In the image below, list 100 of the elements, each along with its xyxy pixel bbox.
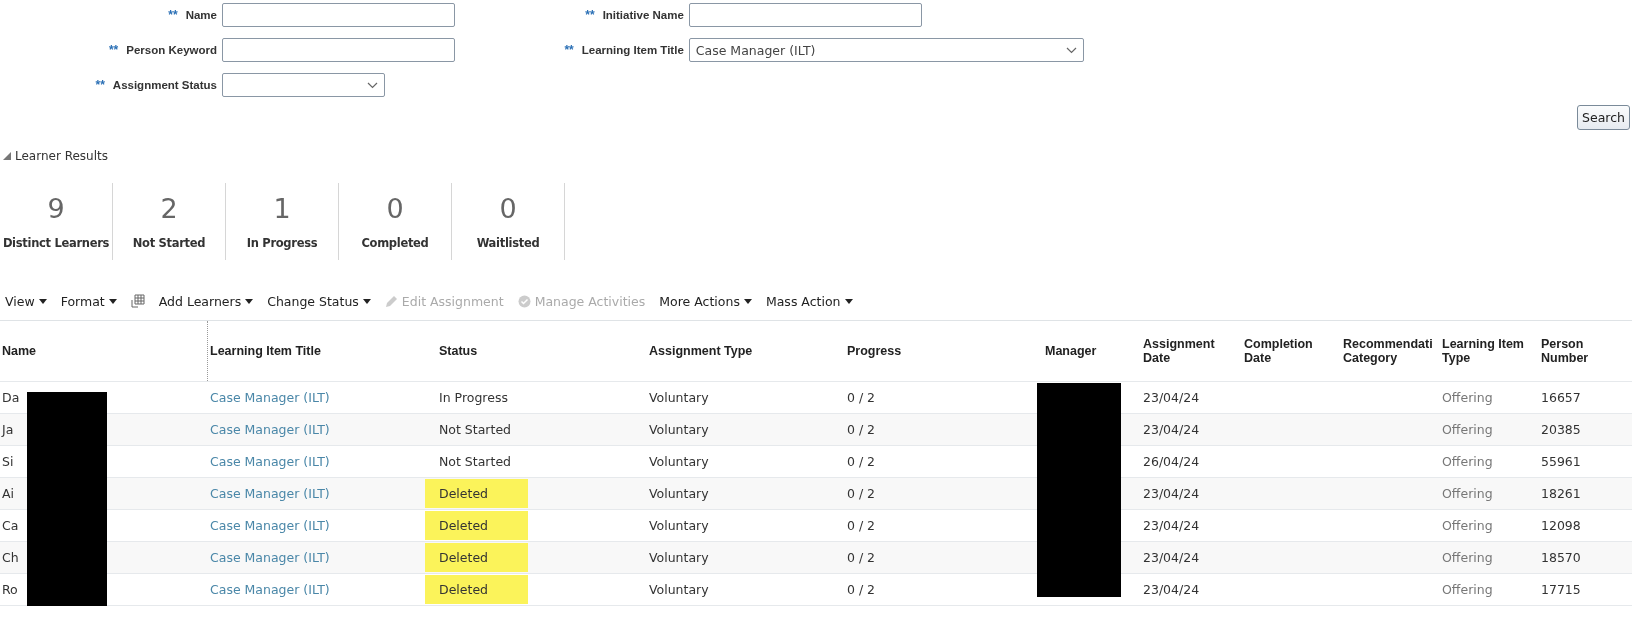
select-field[interactable] [222,73,385,97]
assignment-date: 23/04/24 [1143,550,1200,565]
column-header[interactable]: Learning Item Title [210,344,321,358]
caret-down-icon [743,298,752,304]
assignment-date: 26/04/24 [1143,454,1200,469]
select-field[interactable]: Case Manager (ILT) [688,38,1084,62]
assignment-type: Voluntary [649,518,709,533]
person-number: 55961 [1541,454,1581,469]
tile-label: In Progress [246,236,318,250]
column-header[interactable]: Assignment Date [1143,337,1242,365]
required-marker: ** [585,8,595,22]
tile-label: Waitlisted [476,236,540,250]
tile-count: 0 [499,193,517,224]
status-text: Not Started [439,454,512,469]
summary-tile[interactable]: 9 Distinct Learners [0,183,113,260]
column-header[interactable]: Learning Item Type [1442,337,1539,365]
search-button[interactable]: Search [1577,105,1630,130]
assignment-type: Voluntary [649,390,709,405]
learning-item-link[interactable]: Case Manager (ILT) [210,422,330,437]
field-label: Learning Item Title [581,44,684,56]
learning-item-link[interactable]: Case Manager (ILT) [210,550,330,565]
learning-item-link[interactable]: Case Manager (ILT) [210,390,330,405]
learner-name: Ro [2,582,18,597]
collapse-triangle-icon[interactable] [3,152,11,160]
tile-label: Not Started [132,236,206,250]
tile-count: 1 [273,193,291,224]
column-header[interactable]: Manager [1045,344,1097,358]
caret-down-icon [844,298,853,304]
detach-table-icon[interactable] [130,294,145,308]
column-header[interactable]: Person Number [1541,337,1632,365]
summary-tile[interactable]: 1 In Progress [226,183,339,260]
status-text: Deleted [425,543,528,572]
tile-label: Completed [361,236,429,250]
required-marker: ** [108,43,119,57]
field-label: Assignment Status [112,79,217,91]
caret-down-icon [362,298,371,304]
required-marker: ** [564,43,574,57]
status-text: Not Started [439,422,512,437]
field-label: Initiative Name [602,9,684,21]
assignment-date: 23/04/24 [1143,390,1200,405]
item-type: Offering [1442,454,1493,469]
chevron-down-icon [1065,46,1077,54]
assignment-type: Voluntary [649,582,709,597]
tile-count: 0 [386,193,404,224]
tile-count: 9 [47,193,65,224]
caret-down-icon [245,298,254,304]
menu-button[interactable]: Add Learners [158,293,254,309]
status-text: Deleted [425,479,528,508]
person-number: 17715 [1541,582,1581,597]
column-header[interactable]: Recommendati Category [1343,337,1440,365]
person-number: 18261 [1541,486,1581,501]
required-marker: ** [168,8,178,22]
menu-button[interactable]: Change Status [267,293,371,309]
menu-button[interactable]: More Actions [659,293,752,309]
menu-button[interactable]: Mass Action [765,293,853,309]
assignment-type: Voluntary [649,486,709,501]
progress-text: 0 / 2 [847,582,876,597]
menu-button[interactable]: Format [60,293,117,309]
progress-text: 0 / 2 [847,390,876,405]
learner-name: Ja [2,422,14,437]
section-title: Learner Results [15,149,108,163]
learning-item-link[interactable]: Case Manager (ILT) [210,582,330,597]
status-text: Deleted [425,575,528,604]
learning-item-link[interactable]: Case Manager (ILT) [210,486,330,501]
column-header[interactable]: Status [439,344,478,358]
item-type: Offering [1442,550,1493,565]
status-text: Deleted [425,511,528,540]
input-field[interactable] [222,38,455,62]
column-header[interactable]: Name [2,344,37,358]
assignment-date: 23/04/24 [1143,486,1200,501]
caret-down-icon [108,298,117,304]
input-field[interactable] [222,3,455,27]
field-label: Person Keyword [126,44,217,56]
input-field[interactable] [688,3,922,27]
field-label: Name [185,9,217,21]
pencil-icon [384,294,398,308]
check-circle-icon [517,294,531,308]
learning-item-link[interactable]: Case Manager (ILT) [210,454,330,469]
column-header[interactable]: Completion Date [1244,337,1341,365]
learner-name: Ca [2,518,19,533]
menu-button[interactable]: View [5,293,47,309]
summary-tile[interactable]: 0 Waitlisted [452,183,565,260]
required-marker: ** [95,78,105,92]
assignment-date: 23/04/24 [1143,582,1200,597]
learner-name: Ai [2,486,15,501]
column-header[interactable]: Assignment Type [649,344,753,358]
select-value: Case Manager (ILT) [695,42,816,58]
progress-text: 0 / 2 [847,422,876,437]
summary-tile[interactable]: 2 Not Started [113,183,226,260]
learner-name: Da [2,390,20,405]
progress-text: 0 / 2 [847,550,876,565]
learning-item-link[interactable]: Case Manager (ILT) [210,518,330,533]
caret-down-icon [38,298,47,304]
assignment-type: Voluntary [649,550,709,565]
summary-tile[interactable]: 0 Completed [339,183,452,260]
learner-name: Si [2,454,14,469]
column-header[interactable]: Progress [847,344,902,358]
item-type: Offering [1442,422,1493,437]
assignment-date: 23/04/24 [1143,422,1200,437]
person-number: 20385 [1541,422,1581,437]
